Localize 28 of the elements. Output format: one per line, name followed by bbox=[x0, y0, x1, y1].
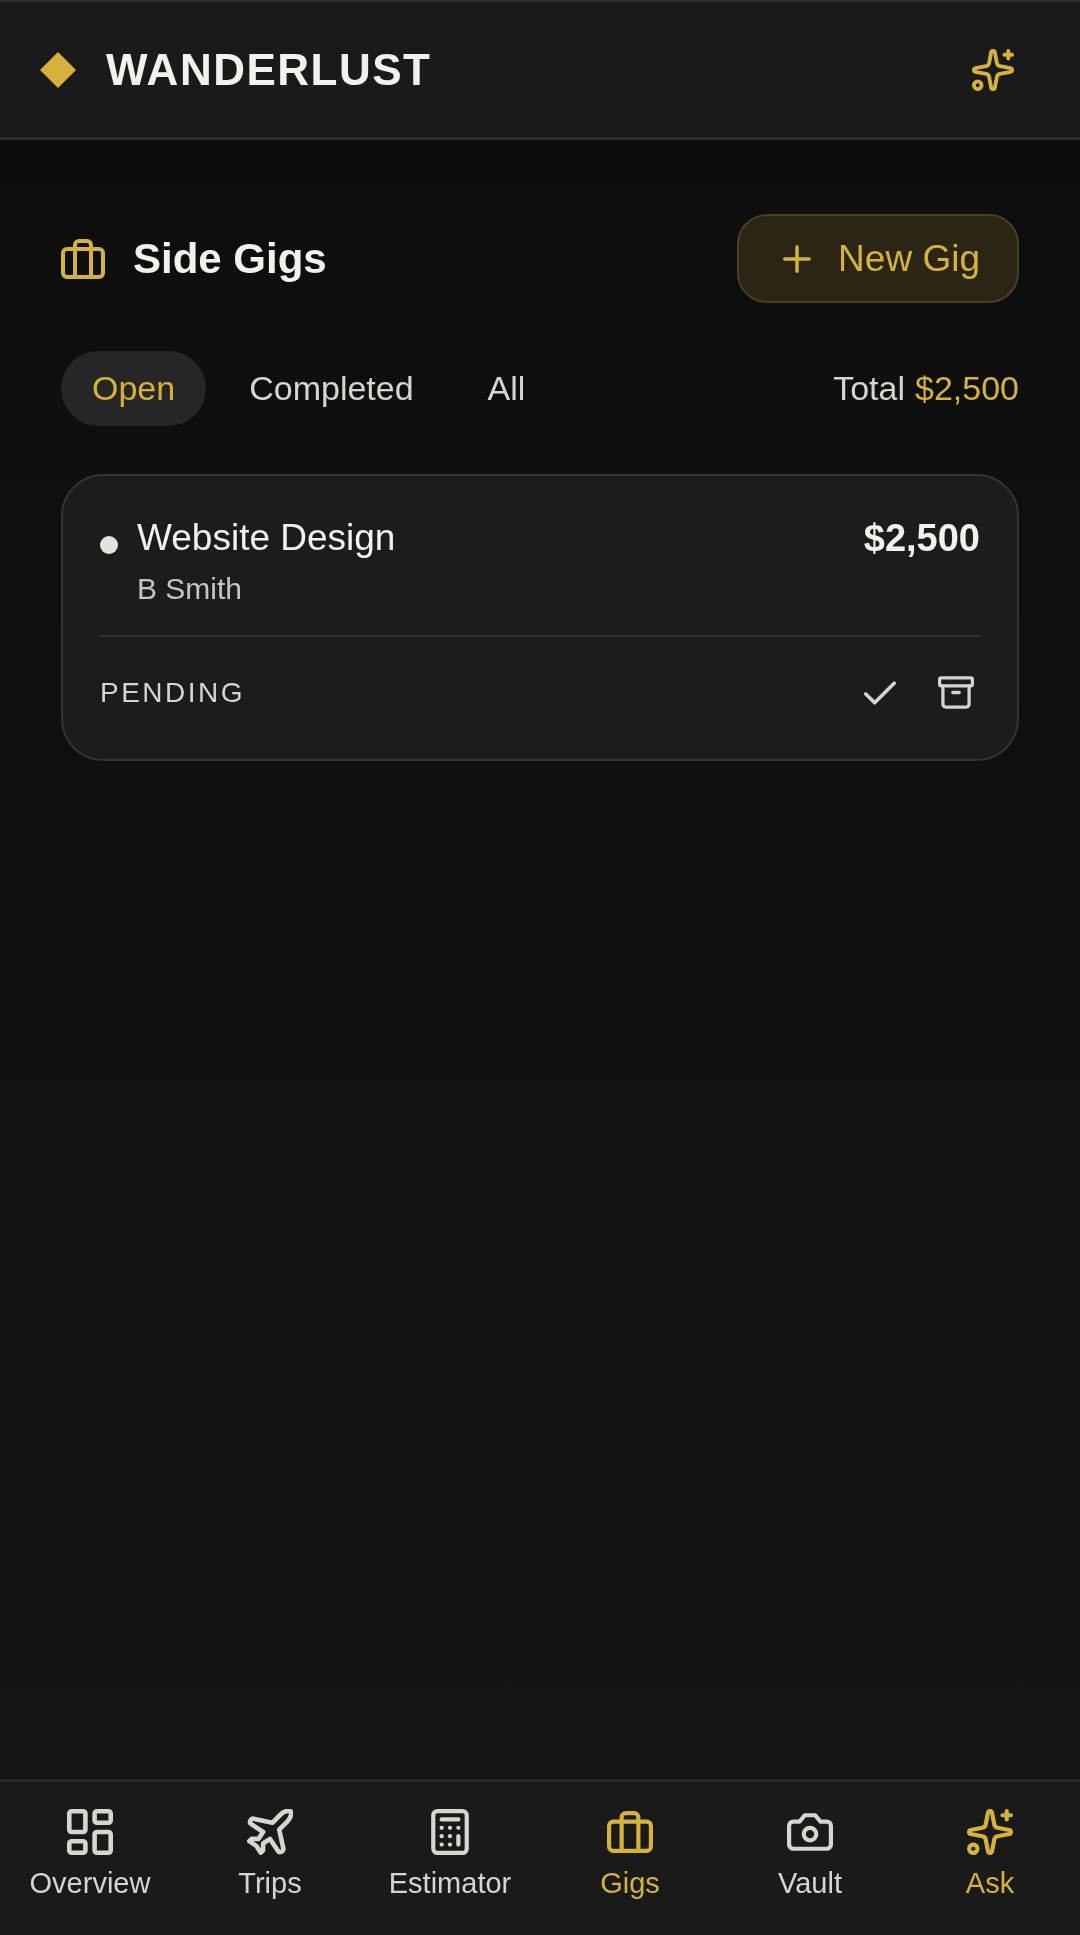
nav-tab[interactable]: Trips bbox=[180, 1782, 360, 1935]
plus-icon bbox=[783, 244, 812, 273]
briefcase-icon bbox=[61, 238, 105, 279]
gig-client: B Smith bbox=[137, 571, 244, 607]
gig-status: PENDING bbox=[100, 676, 246, 709]
nav-tab[interactable]: Gigs bbox=[540, 1782, 720, 1935]
section-title: Side Gigs bbox=[133, 234, 327, 283]
nav-tab[interactable]: Estimator bbox=[360, 1782, 540, 1935]
airplane-icon bbox=[247, 1809, 293, 1855]
gig-amount: $2,500 bbox=[863, 516, 980, 561]
diamond-icon bbox=[40, 51, 76, 88]
filter-tab[interactable]: All bbox=[456, 351, 557, 426]
nav-tab[interactable]: Overview bbox=[0, 1782, 180, 1935]
gig-title: Website Design bbox=[137, 516, 397, 560]
sparkle-icon bbox=[967, 1809, 1013, 1855]
filter-tab[interactable]: Completed bbox=[218, 351, 445, 426]
briefcase-icon bbox=[607, 1809, 653, 1855]
archive-icon bbox=[938, 676, 974, 709]
sparkle-icon[interactable] bbox=[972, 48, 1014, 91]
app-title: WANDERLUST bbox=[106, 44, 432, 95]
nav-tab[interactable]: Vault bbox=[720, 1782, 900, 1935]
total-amount: $2,500 bbox=[915, 369, 1019, 408]
new-gig-button[interactable]: New Gig bbox=[737, 214, 1019, 303]
ask-button[interactable]: Ask bbox=[900, 1782, 1080, 1935]
grid-icon bbox=[67, 1809, 113, 1855]
filter-tab[interactable]: Open bbox=[61, 351, 207, 426]
total-label: Total bbox=[833, 369, 905, 408]
check-icon bbox=[864, 680, 896, 705]
